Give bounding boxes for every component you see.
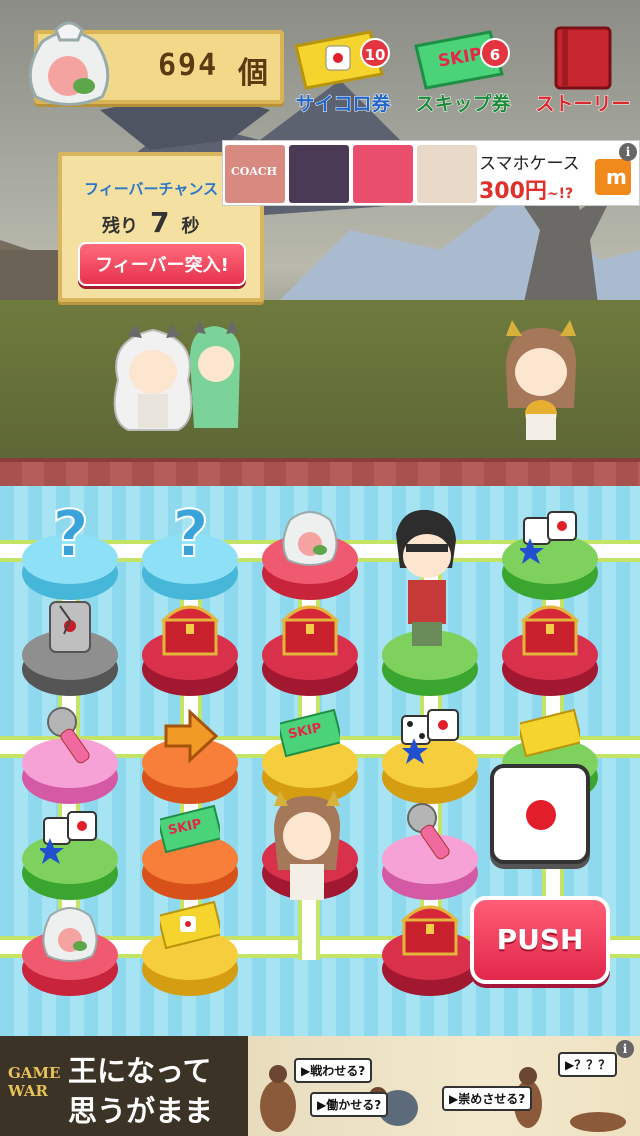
dice-ticket-icon: [160, 900, 220, 950]
ad-brand-letter: m: [606, 165, 627, 189]
bottom-ad-banner[interactable]: GAME WAR 王になって 思うがまま ▶戦わせる? ▶働かせる? ▶崇めさせ…: [0, 1036, 640, 1136]
dice-pair-icon: [40, 811, 97, 864]
tile-peach-bag[interactable]: [262, 511, 358, 600]
question-mark-icon: ?: [51, 498, 90, 568]
top-ad-banner[interactable]: COACH スマホケース 300円~!? m i: [222, 140, 640, 206]
ad-product-thumb-1: COACH: [225, 145, 285, 203]
ad-headline-1: 王になって: [68, 1054, 212, 1088]
ad-thumb-brand: COACH: [231, 165, 278, 178]
logo-line-2: WAR: [8, 1082, 48, 1100]
tile-dice[interactable]: [22, 811, 118, 900]
treasure-chest-icon: [160, 605, 220, 656]
fever-timer: 残り 7 秒: [102, 206, 199, 239]
microphone-icon: [407, 803, 450, 860]
dice-roll-display[interactable]: [490, 764, 590, 864]
girl-character: [274, 790, 341, 900]
game-scene: 694 個 10 サイコロ券 SKIP 6 スキップ券 ストーリー フィーバーチ…: [0, 0, 640, 486]
tile-microphone[interactable]: [22, 707, 118, 804]
tile-microphone[interactable]: [382, 803, 478, 900]
svg-text:?: ?: [172, 498, 209, 568]
tile-treasure-chest[interactable]: [382, 905, 478, 996]
ad-bubble-worship: ▶崇めさせる?: [442, 1086, 533, 1111]
timer-unit: 秒: [181, 216, 200, 237]
ad-info-icon[interactable]: i: [619, 143, 637, 161]
treasure-chest-icon: [280, 605, 340, 656]
dice-ticket-icon: [520, 708, 580, 758]
dice-ticket-label: サイコロ券: [295, 93, 391, 116]
tile-dice[interactable]: [502, 511, 598, 600]
samurai-character: [396, 509, 456, 646]
tile-treasure-chest[interactable]: [142, 605, 238, 696]
peach-bag-icon: [28, 21, 110, 106]
push-button[interactable]: PUSH: [470, 896, 610, 984]
tile-mystery[interactable]: ?: [22, 498, 118, 600]
dice-face-dot: [526, 800, 556, 830]
peach-bag-icon: [282, 511, 338, 566]
ad-headline-2: 思うがまま: [68, 1094, 214, 1128]
brown-haired-character: [506, 320, 577, 440]
ad-brand-logo: m: [595, 159, 631, 195]
tile-treasure-chest[interactable]: [262, 605, 358, 696]
peach-bag-icon: [42, 907, 98, 962]
ad-price-value: 300円: [479, 179, 547, 204]
ad-bubble-mystery: ▶？？？: [558, 1052, 618, 1077]
fever-title: フィーバーチャンス: [84, 180, 219, 198]
tile-dice[interactable]: [382, 709, 478, 804]
ad-headline: スマホケース: [479, 154, 580, 174]
skip-ticket-button[interactable]: SKIP 6 スキップ券: [408, 24, 518, 116]
fever-enter-button[interactable]: フィーバー突入!: [78, 242, 246, 286]
story-book-icon: [554, 26, 612, 90]
game-war-logo: GAME WAR: [8, 1064, 61, 1100]
microphone-icon: [47, 707, 90, 764]
tile-peach-bag[interactable]: [22, 907, 118, 996]
peach-count-unit: 個: [238, 56, 268, 91]
skip-ticket-label: スキップ券: [415, 93, 511, 116]
tile-mystery[interactable]: ?: [142, 498, 238, 600]
ad-product-thumb-2: [289, 145, 349, 203]
story-label: ストーリー: [535, 93, 631, 116]
ad-bubble-fight: ▶戦わせる?: [294, 1058, 373, 1083]
bottom-ad-illustration: ▶戦わせる? ▶働かせる? ▶崇めさせる? ▶？？？ i: [248, 1036, 640, 1136]
ground-brick-border: [0, 458, 640, 486]
logo-line-1: GAME: [8, 1064, 61, 1082]
ad-bubble-work: ▶働かせる?: [310, 1092, 389, 1117]
dice-ticket-button[interactable]: 10 サイコロ券: [288, 24, 398, 116]
tile-player-samurai[interactable]: [382, 509, 478, 696]
ad-price-suffix: ~!?: [546, 186, 574, 202]
tile-dice-ticket[interactable]: [142, 900, 238, 996]
green-haired-character: [190, 320, 241, 428]
skip-ticket-count-badge: 6: [480, 38, 510, 68]
tile-skip-ticket[interactable]: SKIP: [142, 804, 238, 900]
ad-product-thumb-3: [353, 145, 413, 203]
ad-product-thumb-4: [417, 145, 477, 203]
bottom-ad-left: GAME WAR 王になって 思うがまま: [0, 1036, 248, 1136]
cracked-stone-icon: [49, 601, 91, 653]
tile-treasure-chest[interactable]: [502, 605, 598, 696]
dice-pair-icon: [401, 709, 459, 764]
tile-broken-stone[interactable]: [22, 601, 118, 696]
ad-info-icon[interactable]: i: [616, 1040, 634, 1058]
arrow-right-icon: [164, 708, 219, 764]
question-mark-icon: ?: [171, 498, 210, 568]
ad-price: 300円~!?: [479, 173, 573, 205]
treasure-chest-icon: [520, 605, 580, 656]
timer-value: 7: [150, 206, 170, 239]
dice-ticket-count-badge: 10: [360, 38, 390, 68]
dice-pair-icon: [520, 511, 577, 564]
story-button[interactable]: ストーリー: [526, 24, 640, 116]
tile-player-girl[interactable]: [262, 790, 358, 900]
treasure-chest-icon: [400, 905, 460, 956]
timer-prefix: 残り: [102, 216, 138, 237]
tile-arrow[interactable]: [142, 708, 238, 804]
peach-count: 694: [158, 48, 219, 83]
svg-text:?: ?: [52, 498, 89, 568]
